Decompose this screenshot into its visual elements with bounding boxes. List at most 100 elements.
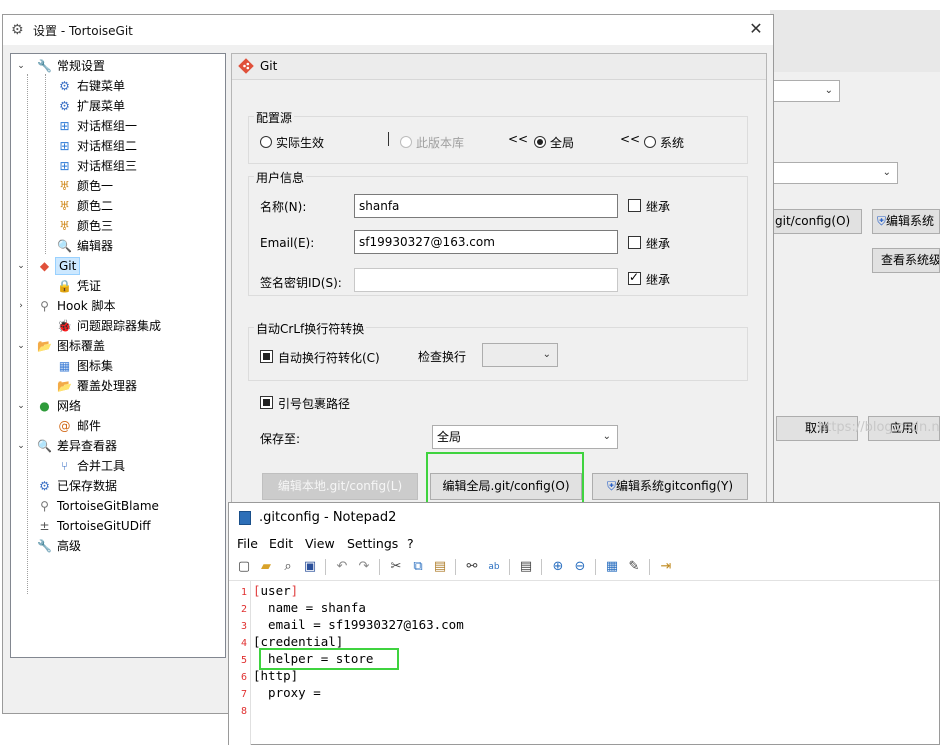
gear-icon: ⚙: [59, 99, 70, 113]
wrench-icon: 🔧: [37, 59, 52, 73]
radio-local[interactable]: [400, 136, 412, 148]
arrow-label: <<: [620, 132, 641, 146]
menu-help[interactable]: ?: [407, 536, 414, 551]
settings-tree[interactable]: ⌄ 🔧 常规设置 ⚙ 右键菜单 ⚙ 扩展菜单 ⊞ 对话框组一 ⊞ 对话框组二 ⊞ 对话框组三 …: [10, 53, 226, 658]
notepad-menu-bar: File Edit View Settings ?: [229, 533, 939, 555]
wrench-icon: 🔧: [37, 539, 52, 553]
exit-icon[interactable]: ⇥: [657, 558, 675, 576]
toolbar-separator: [325, 559, 326, 575]
save-to-label: 保存至:: [260, 432, 301, 446]
code-line: proxy =: [253, 685, 321, 700]
browse-icon[interactable]: ⌕: [279, 558, 297, 576]
toolbar-separator: [509, 559, 510, 575]
signing-key-inherit-checkbox[interactable]: [628, 270, 641, 285]
background-combo-2[interactable]: ⌄: [770, 162, 898, 184]
menu-settings[interactable]: Settings: [347, 536, 398, 551]
autocrlf-checkbox[interactable]: [260, 350, 273, 363]
menu-view[interactable]: View: [305, 536, 335, 551]
code-line: name = shanfa: [253, 600, 366, 615]
background-edit-system-button[interactable]: ⛨编辑系统: [872, 209, 940, 234]
divider: [388, 132, 389, 146]
undo-icon[interactable]: ↶: [333, 558, 351, 576]
edit-local-config-button[interactable]: 编辑本地.git/config(L): [262, 473, 418, 500]
signing-key-input[interactable]: [354, 268, 618, 292]
expand-chevron-icon[interactable]: ›: [15, 296, 27, 316]
radio-system[interactable]: [644, 136, 656, 148]
save-icon[interactable]: ▣: [301, 558, 319, 576]
copy-icon[interactable]: ⧉: [409, 558, 427, 576]
word-wrap-icon[interactable]: ▤: [517, 558, 535, 576]
settings-app-icon: ⚙: [11, 22, 24, 38]
signing-key-label: 签名密钥ID(S):: [260, 276, 342, 290]
paste-icon[interactable]: ▤: [431, 558, 449, 576]
email-input[interactable]: sf19930327@163.com: [354, 230, 618, 254]
cut-icon[interactable]: ✂: [387, 558, 405, 576]
radio-effective-label: 实际生效: [276, 136, 325, 150]
expand-chevron-icon[interactable]: ⌄: [15, 336, 27, 356]
background-view-system-button[interactable]: 查看系统级: [872, 248, 940, 273]
windows-flag-icon: ⊞: [59, 119, 70, 133]
window-title: 设置 - TortoiseGit: [33, 24, 133, 38]
name-inherit-checkbox[interactable]: [628, 199, 641, 212]
toolbar-separator: [649, 559, 650, 575]
overlay-icon: 📂: [37, 339, 52, 353]
expand-chevron-icon[interactable]: ⌄: [15, 436, 27, 456]
highlight-box: [259, 648, 399, 670]
chevron-down-icon: ⌄: [882, 167, 891, 178]
replace-icon[interactable]: ab: [485, 558, 503, 576]
check-newline-label: 检查换行: [418, 350, 467, 364]
expand-chevron-icon[interactable]: ⌄: [15, 396, 27, 416]
settings-title-bar: ⚙ 设置 - TortoiseGit ✕: [3, 15, 773, 45]
new-file-icon[interactable]: ▢: [235, 558, 253, 576]
redo-icon[interactable]: ↷: [355, 558, 373, 576]
tree-guide-line: [27, 74, 28, 594]
zoom-out-icon[interactable]: ⊖: [571, 558, 589, 576]
code-line: [http]: [253, 668, 299, 683]
background-global-config-button[interactable]: git/config(O): [770, 209, 862, 234]
saved-data-icon: ⚙: [39, 479, 50, 493]
toolbar-separator: [379, 559, 380, 575]
git-icon: [238, 58, 254, 74]
toolbar-separator: [455, 559, 456, 575]
windows-flag-icon: ⊞: [59, 159, 70, 173]
editor-area[interactable]: [user] name = shanfa email = sf19930327@…: [229, 581, 939, 745]
email-inherit-label: 继承: [646, 237, 671, 251]
scheme-icon[interactable]: ▦: [603, 558, 621, 576]
save-to-combo[interactable]: 全局 ⌄: [432, 425, 618, 449]
edit-system-config-button[interactable]: ⛨编辑系统gitconfig(Y): [592, 473, 748, 500]
name-label: 名称(N):: [260, 200, 307, 214]
shield-icon: ⛨: [606, 479, 616, 493]
radio-global[interactable]: [534, 136, 546, 148]
find-icon[interactable]: ⚯: [463, 558, 481, 576]
expand-chevron-icon[interactable]: ⌄: [15, 56, 27, 76]
signing-key-inherit-label: 继承: [646, 273, 671, 287]
zoom-in-icon[interactable]: ⊕: [549, 558, 567, 576]
name-input[interactable]: shanfa: [354, 194, 618, 218]
config-source-label: 配置源: [254, 109, 295, 126]
merge-icon: ⑂: [60, 459, 69, 473]
notepad2-window: .gitconfig - Notepad2 File Edit View Set…: [228, 502, 940, 745]
email-inherit-checkbox[interactable]: [628, 236, 641, 249]
chevron-down-icon: ⌄: [824, 85, 833, 96]
menu-file[interactable]: File: [237, 536, 258, 551]
radio-system-label: 系统: [660, 136, 685, 150]
panel-title: Git: [260, 59, 278, 73]
blame-icon: ⚲: [40, 499, 49, 513]
name-inherit-label: 继承: [646, 200, 671, 214]
close-icon[interactable]: ✕: [745, 19, 767, 41]
palette-icon: ♅: [59, 219, 70, 233]
menu-edit[interactable]: Edit: [269, 536, 293, 551]
diff-icon: 🔍: [37, 439, 52, 453]
customize-icon[interactable]: ✎: [625, 558, 643, 576]
open-folder-icon[interactable]: ▰: [257, 558, 275, 576]
notepad-toolbar: ▢ ▰ ⌕ ▣ ↶ ↷ ✂ ⧉ ▤ ⚯ ab ▤ ⊕ ⊖ ▦ ✎ ⇥: [229, 555, 939, 581]
background-window-header: [770, 10, 940, 72]
background-combo-1[interactable]: ⌄: [770, 80, 840, 102]
quote-path-checkbox[interactable]: [260, 396, 273, 409]
expand-chevron-icon[interactable]: ⌄: [15, 256, 27, 276]
radio-effective[interactable]: [260, 136, 272, 148]
code-line: [credential]: [253, 634, 344, 649]
check-newline-combo[interactable]: ⌄: [482, 343, 558, 367]
user-info-label: 用户信息: [254, 169, 307, 186]
git-icon: ◆: [39, 259, 50, 273]
